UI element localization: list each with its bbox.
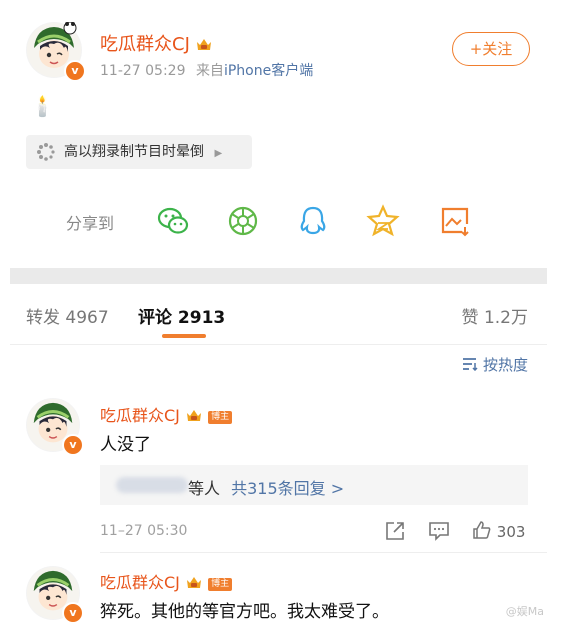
comment-text: 猝死。其他的等官方吧。我太难受了。: [100, 602, 389, 622]
comment-divider: [100, 552, 547, 553]
author-name[interactable]: 吃瓜群众CJ: [100, 34, 190, 55]
section-divider: [10, 268, 547, 284]
sort-button[interactable]: 按热度: [462, 354, 528, 375]
sort-icon: [463, 358, 478, 372]
comment-author[interactable]: 吃瓜群众CJ: [100, 573, 180, 592]
reply-preview[interactable]: 等人 共315条回复 >: [100, 465, 528, 505]
qzone-icon[interactable]: [366, 204, 400, 238]
comment-avatar[interactable]: v: [26, 398, 84, 456]
blurred-username: [116, 477, 188, 493]
verified-icon: v: [62, 434, 84, 456]
verified-icon: v: [64, 60, 86, 82]
sort-label: 按热度: [482, 356, 528, 374]
vip-crown-icon: [196, 39, 211, 50]
vip-crown-icon: [187, 410, 201, 421]
watermark: @娱Ma: [505, 605, 544, 618]
comment-time: 11–27 05:30: [100, 523, 188, 539]
tab-comment-count: 2913: [177, 308, 226, 328]
tab-comment[interactable]: 评论 2913: [138, 303, 225, 328]
tab-repost-count: 4967: [65, 308, 109, 328]
chevron-right-icon: ▶: [214, 148, 223, 159]
tab-comment-label: 评论: [138, 308, 172, 328]
save-image-icon[interactable]: [438, 204, 472, 238]
vip-crown-icon: [187, 577, 201, 588]
follow-button[interactable]: +关注: [452, 32, 530, 66]
loading-icon: [37, 143, 55, 161]
tab-like[interactable]: 赞 1.2万: [462, 303, 528, 328]
comment-avatar[interactable]: v: [26, 566, 84, 624]
moments-icon[interactable]: [226, 204, 260, 238]
author-line: 吃瓜群众CJ: [100, 30, 213, 56]
active-tab-indicator: [162, 334, 206, 338]
tabs-divider: [10, 344, 547, 345]
share-icon[interactable]: [385, 521, 405, 541]
comment-author[interactable]: 吃瓜群众CJ: [100, 406, 180, 425]
blogger-badge: 博主: [208, 411, 233, 424]
tab-repost-label: 转发: [26, 308, 60, 328]
comment-text: 人没了: [100, 435, 151, 455]
source-prefix: 来自: [195, 63, 224, 79]
post-meta: 11-27 05:29 来自iPhone客户端: [100, 60, 313, 80]
blogger-badge: 博主: [208, 578, 233, 591]
thumbs-up-icon: [473, 521, 491, 539]
like-button[interactable]: 303: [472, 520, 525, 541]
topic-text: 高以翔录制节目时晕倒: [64, 144, 204, 160]
share-label: 分享到: [66, 214, 115, 233]
candle-emoji: 🕯️: [30, 94, 55, 118]
comment-author-line: 吃瓜群众CJ 博主: [100, 569, 233, 593]
wechat-icon[interactable]: [156, 204, 190, 238]
comment-icon[interactable]: [428, 521, 450, 541]
author-avatar[interactable]: v: [26, 22, 86, 82]
comment-author-line: 吃瓜群众CJ 博主: [100, 402, 233, 426]
tab-repost[interactable]: 转发 4967: [26, 303, 109, 328]
topic-chip[interactable]: 高以翔录制节目时晕倒 ▶: [26, 135, 252, 169]
reply-count-link[interactable]: 共315条回复 >: [231, 479, 344, 498]
reply-suffix: 等人: [188, 479, 221, 498]
like-count: 303: [496, 523, 526, 541]
tab-like-label: 赞: [461, 308, 479, 328]
post-source[interactable]: iPhone客户端: [224, 63, 313, 79]
tab-like-count: 1.2万: [483, 308, 528, 328]
qq-icon[interactable]: [296, 204, 330, 238]
post-time: 11-27 05:29: [100, 63, 186, 79]
